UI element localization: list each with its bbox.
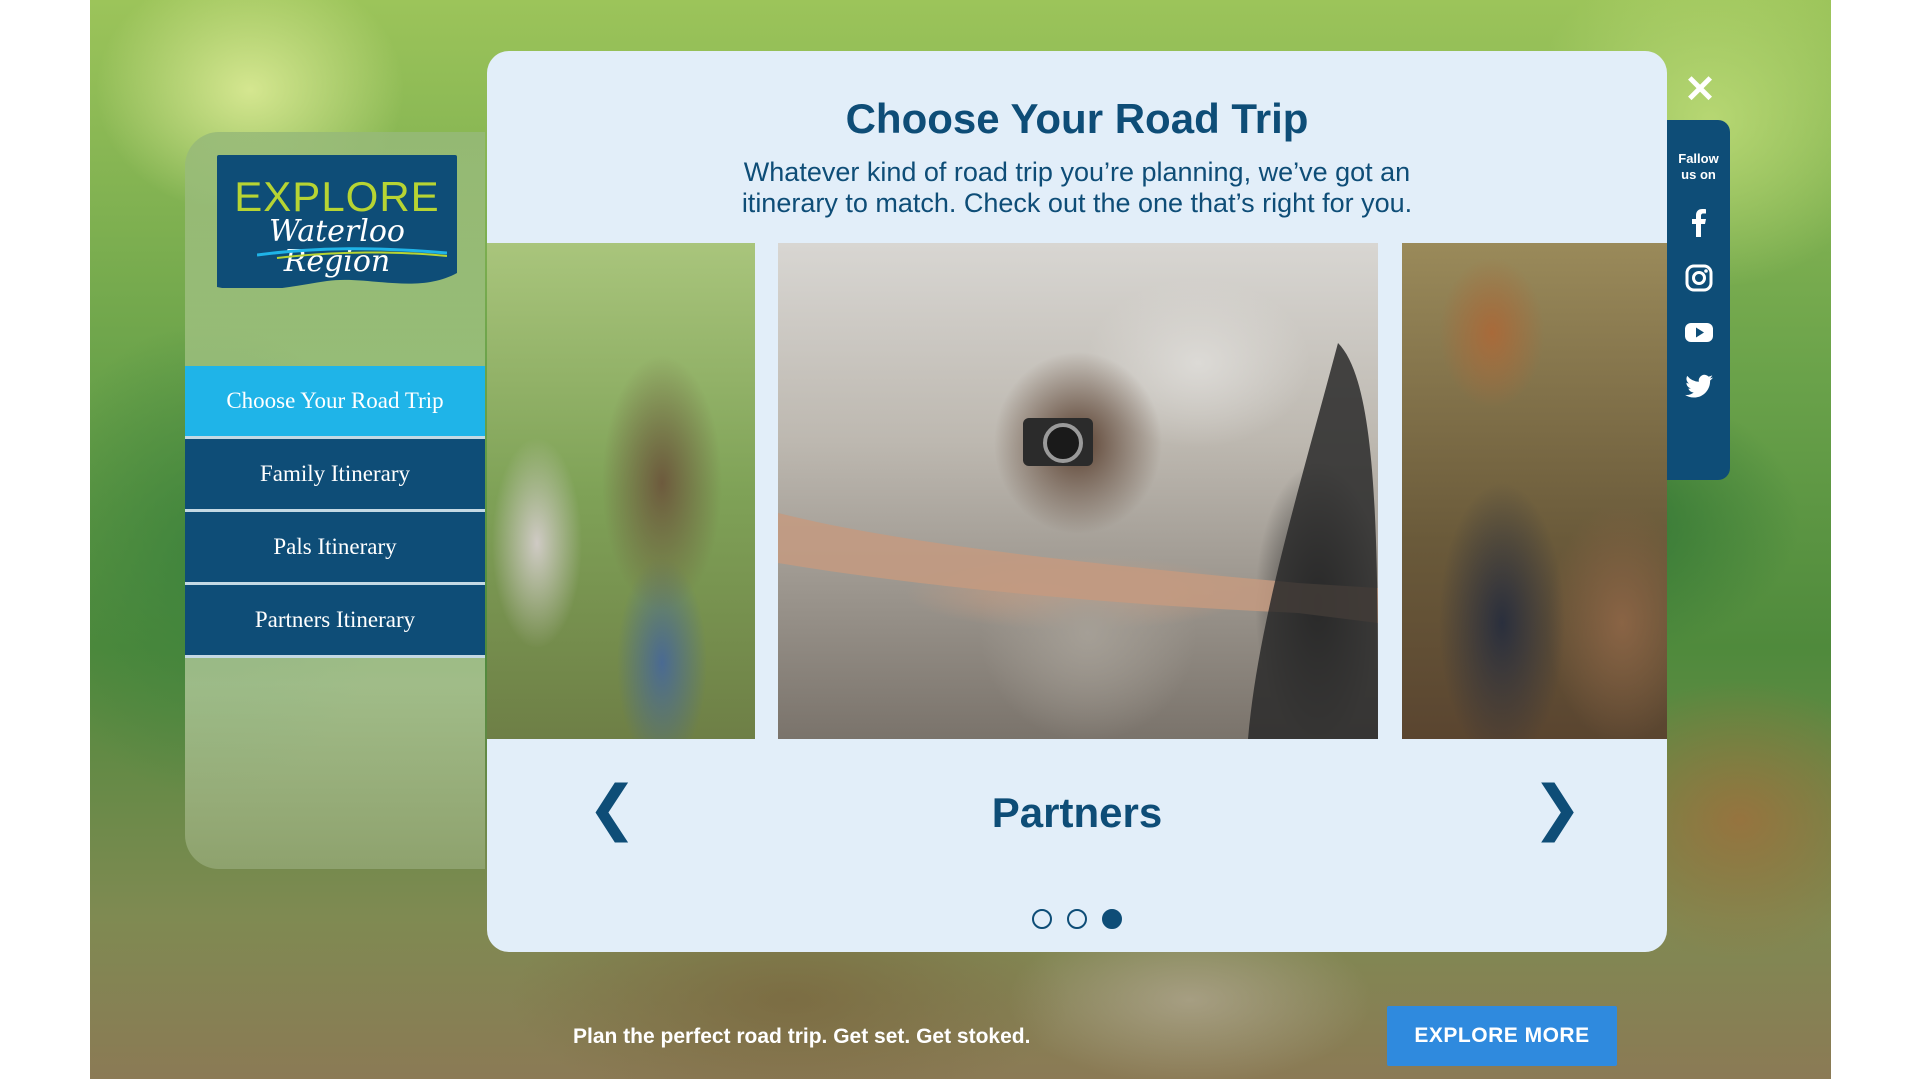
pagination-dot-1[interactable] <box>1032 909 1052 929</box>
menu-item-choose-road-trip[interactable]: Choose Your Road Trip <box>185 366 485 439</box>
itinerary-carousel[interactable] <box>487 243 1667 739</box>
modal-title: Choose Your Road Trip <box>845 95 1309 142</box>
explore-waterloo-logo[interactable]: EXPLORE Waterloo Region <box>217 155 457 288</box>
menu-item-label: Partners Itinerary <box>254 607 416 632</box>
carousel-pagination <box>1032 909 1122 929</box>
explore-more-button[interactable]: EXPLORE MORE <box>1387 1006 1617 1066</box>
menu-item-family-itinerary[interactable]: Family Itinerary <box>185 439 485 512</box>
instagram-icon[interactable] <box>1683 262 1715 294</box>
twitter-icon[interactable] <box>1683 370 1715 402</box>
side-panel: EXPLORE Waterloo Region Choose Your Road… <box>185 132 485 869</box>
road-trip-modal: Choose Your Road Trip Whatever kind of r… <box>487 51 1667 952</box>
slide-label: Partners <box>991 789 1163 836</box>
carousel-next-button[interactable]: ❯ <box>1532 778 1582 838</box>
youtube-icon[interactable] <box>1683 316 1715 348</box>
follow-label-line2: us on <box>1681 167 1716 182</box>
social-bar: Fallow us on <box>1667 120 1730 480</box>
pagination-dot-3[interactable] <box>1102 909 1122 929</box>
close-button[interactable]: ✕ <box>1680 70 1720 110</box>
slide-photo-current[interactable] <box>778 243 1378 739</box>
menu-item-label: Pals Itinerary <box>273 534 397 559</box>
facebook-icon[interactable] <box>1683 207 1715 239</box>
logo-line1: EXPLORE <box>234 173 440 220</box>
slide-photo-previous[interactable] <box>487 243 755 739</box>
menu-item-partners-itinerary[interactable]: Partners Itinerary <box>185 585 485 658</box>
modal-subtitle: Whatever kind of road trip you’re planni… <box>741 157 1413 218</box>
slide-photo-next[interactable] <box>1402 243 1667 739</box>
pagination-dot-2[interactable] <box>1067 909 1087 929</box>
close-icon: ✕ <box>1684 69 1716 111</box>
footer-tagline: Plan the perfect road trip. Get set. Get… <box>573 1025 1031 1048</box>
logo-swoosh-icon <box>257 245 447 259</box>
follow-label-line1: Fallow <box>1678 151 1719 166</box>
menu-item-pals-itinerary[interactable]: Pals Itinerary <box>185 512 485 585</box>
camera-icon <box>778 343 1378 739</box>
chevron-right-icon: ❯ <box>1532 773 1583 843</box>
follow-us-label: Fallow us on <box>1667 151 1730 183</box>
menu-item-label: Choose Your Road Trip <box>226 388 444 413</box>
side-menu: Choose Your Road Trip Family Itinerary P… <box>185 366 485 658</box>
menu-item-label: Family Itinerary <box>259 461 411 486</box>
